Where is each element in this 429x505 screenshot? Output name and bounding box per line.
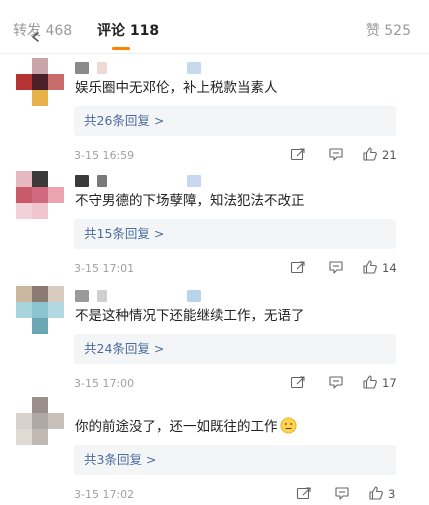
- avatar-mosaic-tile: [16, 429, 32, 445]
- comment-icon[interactable]: [328, 259, 344, 275]
- avatar-mosaic-tile: [16, 286, 32, 302]
- avatar-mosaic-tile: [48, 429, 64, 445]
- share-icon[interactable]: [290, 374, 306, 390]
- avatar-mosaic-tile: [16, 302, 32, 318]
- avatar-mosaic-tile: [48, 413, 64, 429]
- comment-text: 不是这种情况下还能继续工作，无语了: [75, 308, 305, 324]
- comment-icon[interactable]: [328, 146, 344, 162]
- avatar-mosaic-tile: [16, 203, 32, 219]
- avatar-mosaic-tile: [48, 286, 64, 302]
- comment-icon[interactable]: [334, 485, 350, 501]
- username-mosaic-block: [187, 290, 201, 302]
- username-mosaic-block: [97, 175, 107, 187]
- avatar-mosaic-tile: [16, 171, 32, 187]
- share-icon[interactable]: [290, 146, 306, 162]
- avatar-mosaic-tile: [48, 397, 64, 413]
- comment-text-content: 你的前途没了，还一如既往的工作: [75, 419, 278, 435]
- comment-text: 娱乐圈中无邓伦，补上税款当素人: [75, 80, 278, 96]
- avatar-mosaic-tile: [16, 397, 32, 413]
- comment-text: 你的前途没了，还一如既往的工作: [75, 417, 297, 437]
- avatar-mosaic-tile: [48, 58, 64, 74]
- avatar-mosaic-tile: [32, 187, 48, 203]
- share-icon[interactable]: [290, 259, 306, 275]
- avatar[interactable]: [16, 397, 64, 445]
- avatar-mosaic-tile: [16, 187, 32, 203]
- speechless-face-icon: [280, 417, 296, 434]
- comment-actions: 3: [296, 485, 416, 505]
- avatar-mosaic-tile: [32, 413, 48, 429]
- avatar-mosaic-tile: [16, 74, 32, 90]
- avatar[interactable]: [16, 286, 64, 334]
- avatar-mosaic-tile: [48, 90, 64, 106]
- comment-actions: 21: [290, 146, 410, 166]
- username-mosaic-block: [75, 62, 89, 74]
- comment-text: 不守男德的下场孽障，知法犯法不改正: [75, 193, 305, 209]
- avatar-mosaic-tile: [16, 413, 32, 429]
- thumbs-up-icon[interactable]: [362, 146, 378, 162]
- avatar-mosaic-tile: [32, 203, 48, 219]
- avatar-mosaic-tile: [32, 171, 48, 187]
- avatar-mosaic-tile: [48, 318, 64, 334]
- comment-time: 3-15 17:02: [74, 488, 135, 501]
- tab-like[interactable]: 赞 525: [366, 22, 411, 40]
- avatar-mosaic-tile: [32, 74, 48, 90]
- tab-comment[interactable]: 评论 118: [97, 22, 159, 40]
- like-count: 3: [388, 487, 396, 501]
- comment-time: 3-15 17:00: [74, 377, 135, 390]
- tab-repost[interactable]: 转发 468: [13, 22, 72, 40]
- comment-icon[interactable]: [328, 374, 344, 390]
- avatar[interactable]: [16, 171, 64, 219]
- avatar-mosaic-tile: [16, 90, 32, 106]
- comment-time: 3-15 16:59: [74, 149, 135, 162]
- avatar-mosaic-tile: [48, 203, 64, 219]
- avatar-mosaic-tile: [32, 90, 48, 106]
- avatar[interactable]: [16, 58, 64, 106]
- comment-time: 3-15 17:01: [74, 262, 135, 275]
- view-replies-button[interactable]: 共15条回复 >: [74, 219, 396, 249]
- avatar-mosaic-tile: [48, 302, 64, 318]
- like-count: 17: [382, 376, 397, 390]
- like-count: 21: [382, 148, 397, 162]
- avatar-mosaic-tile: [32, 429, 48, 445]
- username-mosaic-block: [75, 175, 89, 187]
- avatar-mosaic-tile: [32, 286, 48, 302]
- avatar-mosaic-tile: [48, 171, 64, 187]
- comment-tab-bar: 转发 468 评论 118 赞 525: [0, 0, 429, 54]
- view-replies-button[interactable]: 共3条回复 >: [74, 445, 396, 475]
- avatar-mosaic-tile: [32, 302, 48, 318]
- username-mosaic-block: [187, 62, 201, 74]
- view-replies-button[interactable]: 共24条回复 >: [74, 334, 396, 364]
- comment-actions: 14: [290, 259, 410, 279]
- back-arrow-icon[interactable]: [31, 32, 41, 42]
- view-replies-button[interactable]: 共26条回复 >: [74, 106, 396, 136]
- username-mosaic-block: [97, 62, 107, 74]
- username-mosaic-block: [75, 290, 89, 302]
- avatar-mosaic-tile: [48, 187, 64, 203]
- comment-actions: 17: [290, 374, 410, 394]
- avatar-mosaic-tile: [16, 318, 32, 334]
- thumbs-up-icon[interactable]: [368, 485, 384, 501]
- username-mosaic-block: [97, 290, 107, 302]
- active-tab-indicator: [112, 47, 130, 50]
- like-count: 14: [382, 261, 397, 275]
- avatar-mosaic-tile: [48, 74, 64, 90]
- avatar-mosaic-tile: [32, 397, 48, 413]
- avatar-mosaic-tile: [32, 58, 48, 74]
- avatar-mosaic-tile: [32, 318, 48, 334]
- share-icon[interactable]: [296, 485, 312, 501]
- avatar-mosaic-tile: [16, 58, 32, 74]
- thumbs-up-icon[interactable]: [362, 374, 378, 390]
- thumbs-up-icon[interactable]: [362, 259, 378, 275]
- username-mosaic-block: [187, 175, 201, 187]
